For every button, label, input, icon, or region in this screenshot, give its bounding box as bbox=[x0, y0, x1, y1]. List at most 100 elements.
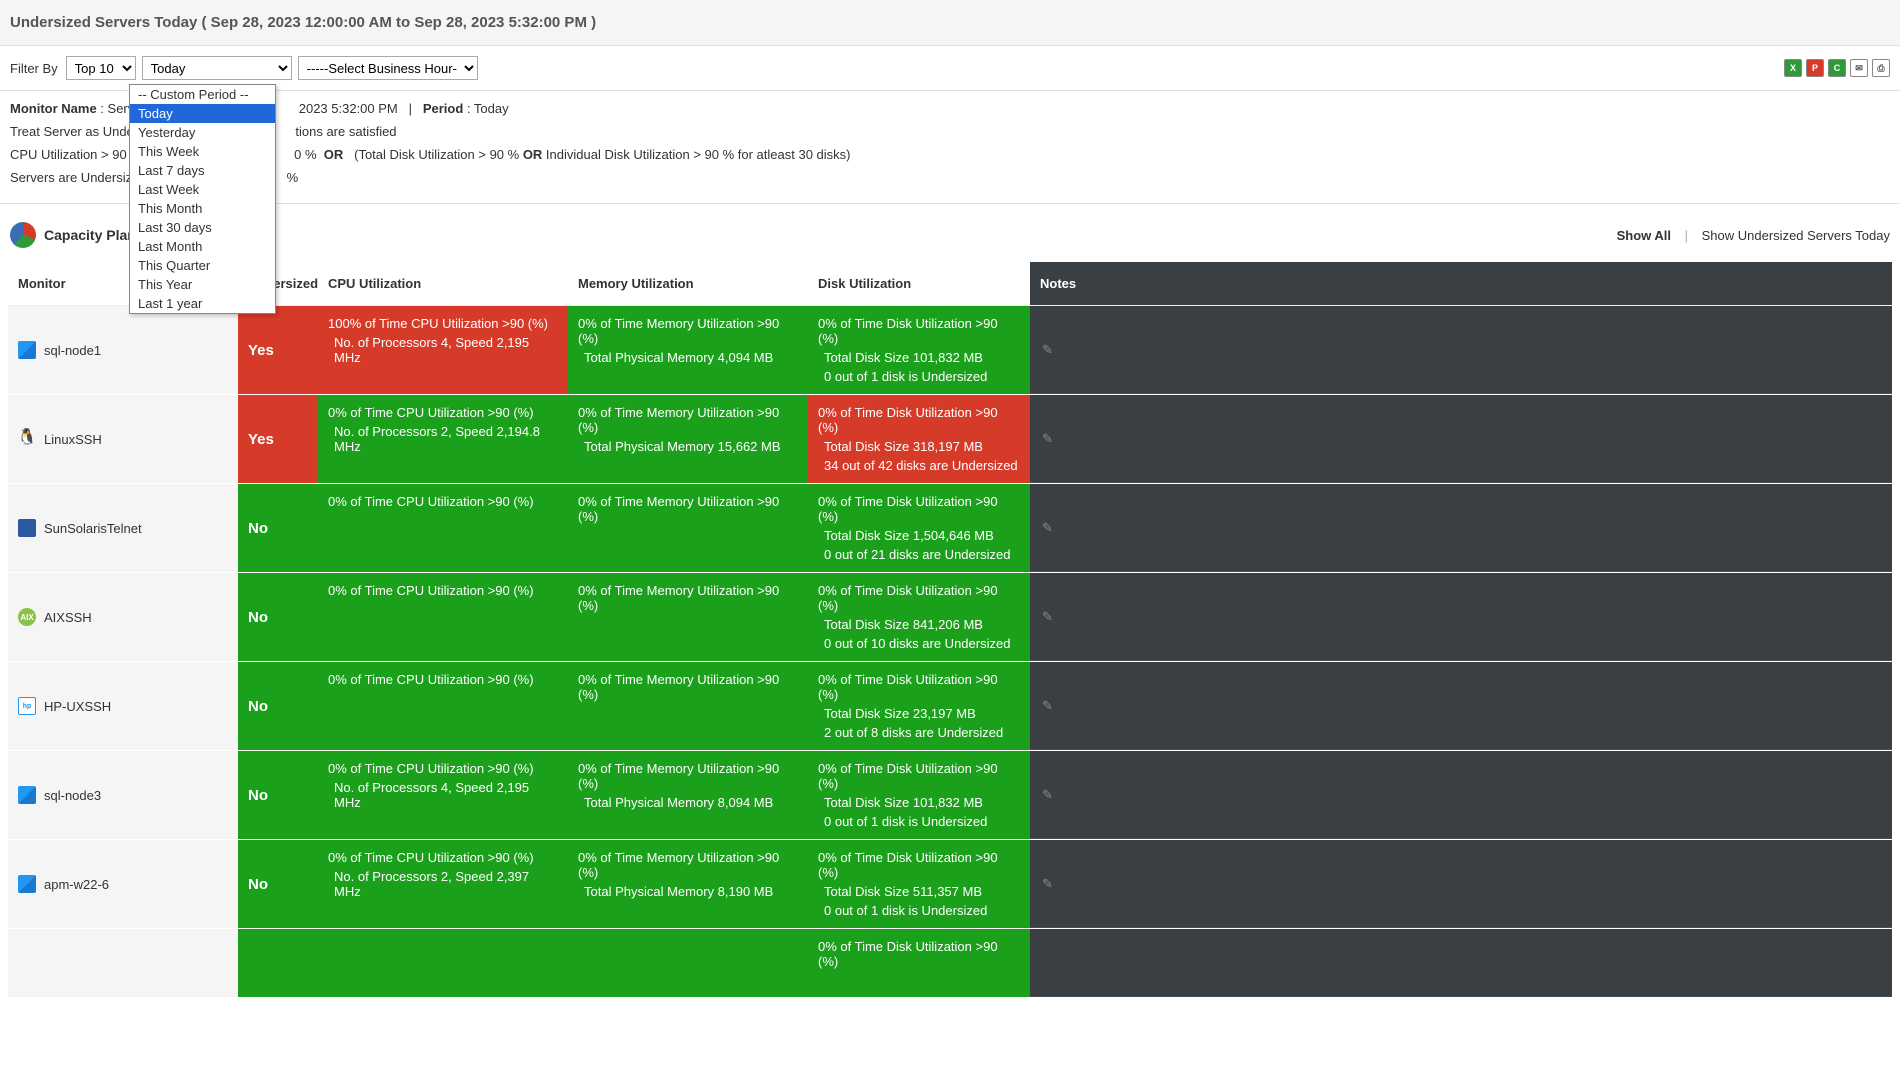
notes-cell: ✎ bbox=[1030, 751, 1892, 839]
col-mem[interactable]: Memory Utilization bbox=[568, 262, 808, 306]
table-row: sql-node1Yes100% of Time CPU Utilization… bbox=[8, 306, 1892, 395]
cpu-cell: 0% of Time CPU Utilization >90 (%)No. of… bbox=[318, 840, 568, 928]
disk-cell: 0% of Time Disk Utilization >90 (%)Total… bbox=[808, 306, 1030, 394]
period-option[interactable]: This Week bbox=[130, 142, 275, 161]
disk-cell: 0% of Time Disk Utilization >90 (%)Total… bbox=[808, 573, 1030, 661]
monitor-name: apm-w22-6 bbox=[44, 877, 109, 892]
aix-os-icon: AIX bbox=[18, 608, 36, 626]
undersized-cell: No bbox=[238, 484, 318, 572]
table-row: sql-node3No0% of Time CPU Utilization >9… bbox=[8, 751, 1892, 840]
sep: | bbox=[409, 101, 412, 116]
export-csv-icon[interactable]: C bbox=[1828, 59, 1846, 77]
col-notes: Notes bbox=[1030, 262, 1892, 306]
mem-cell: 0% of Time Memory Utilization >90 (%) bbox=[568, 662, 808, 750]
business-hour-select[interactable]: -----Select Business Hour--- bbox=[298, 56, 478, 80]
monitor-cell[interactable]: apm-w22-6 bbox=[8, 840, 238, 928]
section-title: Capacity Plan bbox=[44, 227, 136, 243]
period-option[interactable]: Last 7 days bbox=[130, 161, 275, 180]
monitor-name: LinuxSSH bbox=[44, 432, 102, 447]
period-option[interactable]: Last 1 year bbox=[130, 294, 275, 313]
table-row: AIXAIXSSHNo0% of Time CPU Utilization >9… bbox=[8, 573, 1892, 662]
cpu-cell: 0% of Time CPU Utilization >90 (%)No. of… bbox=[318, 751, 568, 839]
monitor-name-label: Monitor Name bbox=[10, 101, 97, 116]
monitor-cell[interactable]: SunSolarisTelnet bbox=[8, 484, 238, 572]
filter-bar: Filter By Top 10 Today -----Select Busin… bbox=[0, 46, 1900, 91]
edit-note-icon[interactable]: ✎ bbox=[1042, 609, 1058, 625]
undersized-cell: No bbox=[238, 662, 318, 750]
edit-note-icon[interactable]: ✎ bbox=[1042, 787, 1058, 803]
monitor-cell[interactable]: LinuxSSH bbox=[8, 395, 238, 483]
col-cpu[interactable]: CPU Utilization bbox=[318, 262, 568, 306]
period-select[interactable]: Today bbox=[142, 56, 292, 80]
period-option[interactable]: Yesterday bbox=[130, 123, 275, 142]
monitor-name: AIXSSH bbox=[44, 610, 92, 625]
period-option[interactable]: Today bbox=[130, 104, 275, 123]
period-option[interactable]: Last Month bbox=[130, 237, 275, 256]
table-row: apm-w22-6 No0% of Time CPU Utilization >9… bbox=[8, 840, 1892, 929]
win-os-icon bbox=[18, 786, 36, 804]
cpu-cell bbox=[318, 929, 568, 997]
mem-cell bbox=[568, 929, 808, 997]
export-icons: X P C ✉ ⎙ bbox=[1784, 59, 1890, 77]
monitor-name: HP-UXSSH bbox=[44, 699, 111, 714]
export-xls-icon[interactable]: X bbox=[1784, 59, 1802, 77]
table-row: hp HP-UXSSH No0% of Time CPU Utilization >… bbox=[8, 662, 1892, 751]
mem-cell: 0% of Time Memory Utilization >90 (%) bbox=[568, 484, 808, 572]
export-print-icon[interactable]: ⎙ bbox=[1872, 59, 1890, 77]
info-row-4: Servers are Undersize % bbox=[10, 170, 1890, 185]
disk-cell: 0% of Time Disk Utilization >90 (%)Total… bbox=[808, 484, 1030, 572]
show-undersized-link[interactable]: Show Undersized Servers Today bbox=[1702, 228, 1890, 243]
servers-table: Monitor Undersized CPU Utilization Memor… bbox=[8, 262, 1892, 998]
notes-cell: ✎ bbox=[1030, 395, 1892, 483]
period-option[interactable]: This Month bbox=[130, 199, 275, 218]
table-row: 0% of Time Disk Utilization >90 (%) bbox=[8, 929, 1892, 998]
col-disk[interactable]: Disk Utilization bbox=[808, 262, 1030, 306]
period-option[interactable]: -- Custom Period -- bbox=[130, 85, 275, 104]
table-header-row: Monitor Undersized CPU Utilization Memor… bbox=[8, 262, 1892, 306]
period-dropdown[interactable]: -- Custom Period --TodayYesterdayThis We… bbox=[129, 84, 276, 314]
edit-note-icon[interactable]: ✎ bbox=[1042, 431, 1058, 447]
notes-cell bbox=[1030, 929, 1892, 997]
edit-note-icon[interactable]: ✎ bbox=[1042, 698, 1058, 714]
page-title: Undersized Servers Today ( Sep 28, 2023 … bbox=[10, 14, 596, 31]
monitor-name: SunSolarisTelnet bbox=[44, 521, 142, 536]
info-time-suffix: 2023 5:32:00 PM bbox=[299, 101, 398, 116]
mem-cell: 0% of Time Memory Utilization >90 (%)Tot… bbox=[568, 306, 808, 394]
disk-cell: 0% of Time Disk Utilization >90 (%) bbox=[808, 929, 1030, 997]
topn-select[interactable]: Top 10 bbox=[66, 56, 136, 80]
export-pdf-icon[interactable]: P bbox=[1806, 59, 1824, 77]
edit-note-icon[interactable]: ✎ bbox=[1042, 876, 1058, 892]
period-option[interactable]: Last 30 days bbox=[130, 218, 275, 237]
export-mail-icon[interactable]: ✉ bbox=[1850, 59, 1868, 77]
monitor-cell[interactable]: AIX AIXSSH bbox=[8, 573, 238, 661]
undersized-cell bbox=[238, 929, 318, 997]
monitor-cell[interactable]: sql-node3 bbox=[8, 751, 238, 839]
period-value: : Today bbox=[467, 101, 509, 116]
monitor-cell[interactable]: sql-node1 bbox=[8, 306, 238, 394]
cpu-cell: 0% of Time CPU Utilization >90 (%) bbox=[318, 662, 568, 750]
monitor-cell[interactable] bbox=[8, 929, 238, 997]
win-os-icon bbox=[18, 875, 36, 893]
hp-os-icon: hp bbox=[18, 697, 36, 715]
mem-cell: 0% of Time Memory Utilization >90 (%)Tot… bbox=[568, 751, 808, 839]
undersized-cell: No bbox=[238, 573, 318, 661]
page-header: Undersized Servers Today ( Sep 28, 2023 … bbox=[0, 0, 1900, 46]
info-row-1: Monitor Name : Serve 2023 5:32:00 PM | P… bbox=[10, 101, 1890, 116]
undersized-cell: Yes bbox=[238, 395, 318, 483]
mem-cell: 0% of Time Memory Utilization >90 (%)Tot… bbox=[568, 395, 808, 483]
period-option[interactable]: This Year bbox=[130, 275, 275, 294]
edit-note-icon[interactable]: ✎ bbox=[1042, 342, 1058, 358]
section-header: Capacity Plan Show All | Show Undersized… bbox=[0, 204, 1900, 262]
table-row: LinuxSSHYes0% of Time CPU Utilization >9… bbox=[8, 395, 1892, 484]
monitor-name: sql-node1 bbox=[44, 343, 101, 358]
info-block: Monitor Name : Serve 2023 5:32:00 PM | P… bbox=[0, 91, 1900, 204]
period-option[interactable]: This Quarter bbox=[130, 256, 275, 275]
undersized-cell: No bbox=[238, 840, 318, 928]
show-all-link[interactable]: Show All bbox=[1617, 228, 1671, 243]
table-row: SunSolarisTelnetNo0% of Time CPU Utiliza… bbox=[8, 484, 1892, 573]
period-option[interactable]: Last Week bbox=[130, 180, 275, 199]
edit-note-icon[interactable]: ✎ bbox=[1042, 520, 1058, 536]
notes-cell: ✎ bbox=[1030, 840, 1892, 928]
monitor-cell[interactable]: hp HP-UXSSH bbox=[8, 662, 238, 750]
disk-cell: 0% of Time Disk Utilization >90 (%)Total… bbox=[808, 751, 1030, 839]
